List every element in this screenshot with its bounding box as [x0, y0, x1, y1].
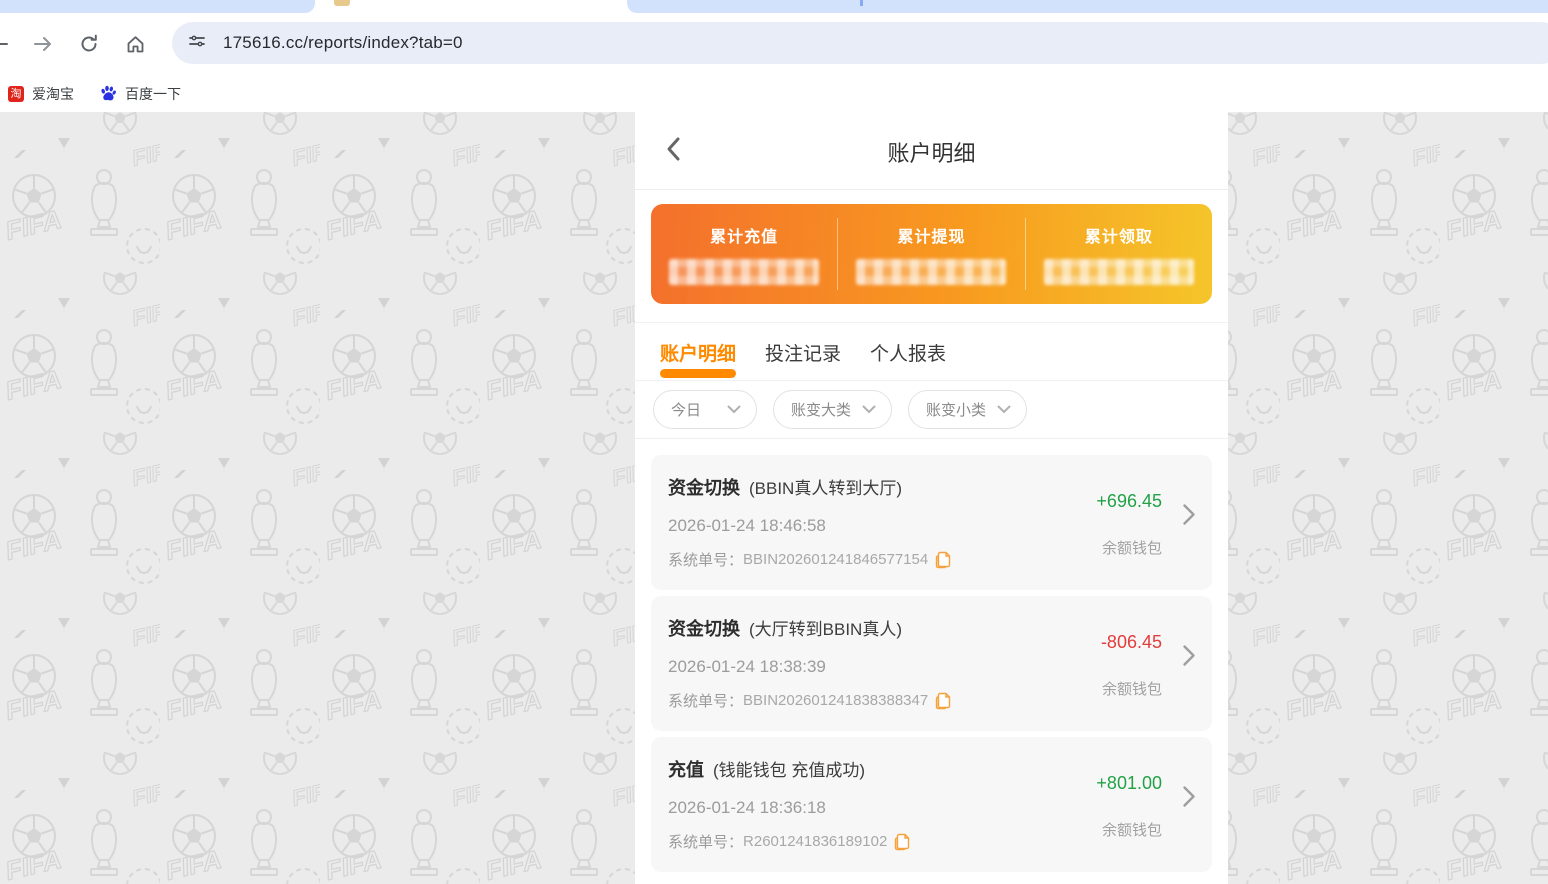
record-order-label: 系统单号：	[668, 693, 744, 710]
active-tab-underline	[660, 369, 737, 378]
record-amount: +801.00	[1096, 773, 1162, 793]
record-note: (BBIN真人转到大厅)	[749, 479, 902, 498]
record-order-number: R2601241836189102	[743, 833, 888, 850]
record-row[interactable]: 充值 (钱能钱包 充值成功) 2026-01-24 18:36:18 系统单号：…	[651, 737, 1212, 872]
chevron-right-icon[interactable]	[1182, 503, 1196, 532]
record-order-number: BBIN202601241838388347	[743, 692, 929, 709]
summary-section: 累计充值 累计提现 累计领取	[635, 190, 1228, 323]
filter-minor-type-dropdown[interactable]: 账变小类	[908, 390, 1027, 429]
baidu-paw-icon	[100, 85, 117, 102]
back-arrow-icon	[0, 33, 10, 55]
address-bar[interactable]: 175616.cc/reports/index?tab=0	[172, 22, 1548, 64]
filter-label: 账变大类	[791, 402, 852, 419]
record-note: (钱能钱包 充值成功)	[713, 761, 866, 780]
bookmark-baidu[interactable]: 百度一下	[94, 81, 187, 107]
record-row[interactable]: 资金切换 (大厅转到BBIN真人) 2026-01-24 18:38:39 系统…	[651, 596, 1212, 731]
chevron-down-icon	[727, 405, 741, 414]
chevron-right-icon[interactable]	[1182, 785, 1196, 814]
chevron-down-icon	[997, 405, 1011, 414]
records-list: 资金切换 (BBIN真人转到大厅) 2026-01-24 18:46:58 系统…	[635, 439, 1228, 872]
filter-label: 账变小类	[926, 402, 987, 419]
tab-account-detail[interactable]: 账户明细	[660, 339, 737, 380]
record-wallet: 余额钱包	[1101, 681, 1162, 698]
page-content: FIFA FIFA	[0, 112, 1548, 884]
refresh-icon	[79, 34, 99, 54]
record-time: 2026-01-24 18:38:39	[668, 657, 826, 676]
filter-date-dropdown[interactable]: 今日	[653, 390, 757, 429]
record-order-number: BBIN202601241846577154	[743, 551, 929, 568]
filters-bar: 今日 账变大类 账变小类	[635, 381, 1228, 439]
home-icon	[125, 34, 146, 55]
tab-label: 账户明细	[660, 344, 737, 365]
filter-label: 今日	[671, 402, 702, 419]
chevron-right-icon[interactable]	[1182, 644, 1196, 673]
masked-value	[1043, 259, 1194, 285]
tab-label: 投注记录	[765, 344, 842, 365]
record-time: 2026-01-24 18:46:58	[668, 516, 826, 535]
record-amount: +696.45	[1096, 491, 1162, 511]
masked-value	[669, 259, 820, 285]
bookmark-label: 爱淘宝	[32, 85, 74, 102]
masked-value	[856, 259, 1007, 285]
record-order-label: 系统单号：	[668, 552, 744, 569]
active-tab-favicon[interactable]	[334, 0, 350, 6]
summary-label: 累计提现	[897, 229, 966, 246]
record-order-label: 系统单号：	[668, 834, 744, 851]
site-settings-icon[interactable]	[188, 32, 206, 55]
copy-icon[interactable]	[935, 551, 951, 569]
record-wallet: 余额钱包	[1101, 540, 1162, 557]
summary-label: 累计充值	[710, 229, 779, 246]
record-type: 充值	[668, 760, 704, 780]
forward-button[interactable]	[32, 33, 54, 55]
record-wallet: 余额钱包	[1101, 822, 1162, 839]
tab-bet-records[interactable]: 投注记录	[765, 339, 841, 380]
summary-label: 累计领取	[1084, 229, 1153, 246]
url-text[interactable]: 175616.cc/reports/index?tab=0	[223, 33, 463, 53]
copy-icon[interactable]	[935, 692, 951, 710]
summary-total-deposit: 累计充值	[651, 218, 837, 290]
chevron-down-icon	[862, 405, 876, 414]
summary-total-claimed: 累计领取	[1024, 218, 1212, 290]
tab-strip-right-segment	[627, 0, 1548, 13]
browser-window: 175616.cc/reports/index?tab=0 淘 爱淘宝 百度一下	[0, 0, 1548, 884]
tab-strip-left-segment	[0, 0, 315, 13]
copy-icon[interactable]	[894, 833, 910, 851]
back-button[interactable]	[0, 33, 10, 55]
tab-label: 个人报表	[870, 344, 947, 365]
taobao-icon: 淘	[8, 85, 24, 102]
browser-toolbar: 175616.cc/reports/index?tab=0	[0, 13, 1548, 75]
panel-header: 账户明细	[635, 112, 1228, 190]
record-row[interactable]: 资金切换 (BBIN真人转到大厅) 2026-01-24 18:46:58 系统…	[651, 455, 1212, 590]
bookmark-aitaobao[interactable]: 淘 爱淘宝	[0, 81, 80, 107]
record-amount: -806.45	[1100, 632, 1162, 652]
bookmarks-bar: 淘 爱淘宝 百度一下	[0, 75, 1548, 112]
tab-strip-mark	[860, 0, 863, 6]
refresh-button[interactable]	[78, 33, 100, 55]
bookmark-label: 百度一下	[125, 85, 181, 102]
tab-personal-report[interactable]: 个人报表	[870, 339, 946, 380]
filter-major-type-dropdown[interactable]: 账变大类	[773, 390, 892, 429]
summary-card: 累计充值 累计提现 累计领取	[651, 204, 1212, 304]
record-note: (大厅转到BBIN真人)	[749, 620, 902, 639]
record-time: 2026-01-24 18:36:18	[668, 798, 826, 817]
home-button[interactable]	[124, 33, 146, 55]
page-title: 账户明细	[887, 141, 976, 166]
record-type: 资金切换	[668, 478, 740, 498]
tabs-bar: 账户明细 投注记录 个人报表	[635, 323, 1228, 381]
browser-tab-strip	[0, 0, 1548, 13]
record-type: 资金切换	[668, 619, 740, 639]
forward-arrow-icon	[32, 33, 54, 55]
summary-total-withdraw: 累计提现	[837, 218, 1024, 290]
account-detail-panel: 账户明细 累计充值 累计提现 累计领取 账户明细 投注记录 个人报表 今日 账变…	[635, 112, 1228, 884]
